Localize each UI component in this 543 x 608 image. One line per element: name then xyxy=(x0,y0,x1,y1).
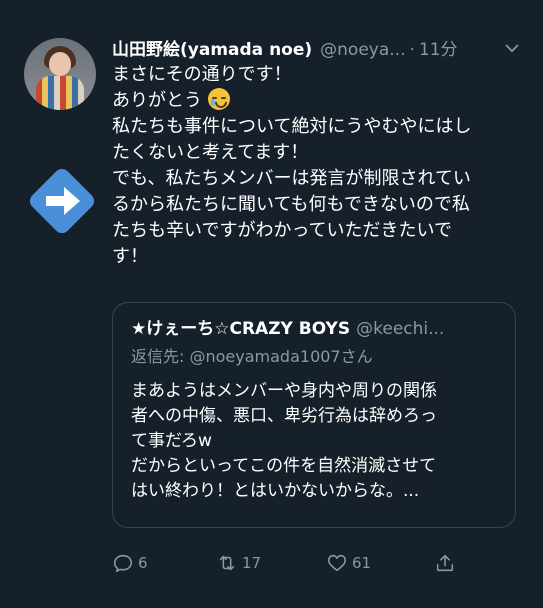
reply-prefix: 返信先: xyxy=(131,347,190,366)
like-count: 61 xyxy=(352,554,372,572)
author-name[interactable]: 山田野絵(yamada noe) xyxy=(112,40,312,60)
tweet-line: るから私たちに聞いても何もできないので私 xyxy=(112,194,470,215)
share-icon xyxy=(436,554,454,572)
reply-to-line: 返信先: @noeyamada1007さん xyxy=(131,345,373,369)
chevron-down-icon[interactable] xyxy=(504,40,520,56)
quoted-author-name: ★けぇーち☆CRAZY BOYS xyxy=(131,319,351,339)
author-handle[interactable]: @noeya... xyxy=(320,40,405,60)
tweet-line: 私たちも事件について絶対にうやむやにはし xyxy=(112,116,472,137)
reply-count: 6 xyxy=(138,554,148,572)
tweet-line: ありがとう xyxy=(112,88,532,114)
like-button[interactable]: 61 xyxy=(326,550,371,576)
tweet-timestamp[interactable]: 11分 xyxy=(419,40,458,60)
quoted-line: はい終わり！とはいかないからな。... xyxy=(131,481,420,501)
share-button[interactable] xyxy=(434,550,460,576)
reply-button[interactable]: 6 xyxy=(112,550,148,576)
heart-icon xyxy=(327,554,347,572)
reply-icon xyxy=(113,554,133,573)
retweet-count: 17 xyxy=(242,554,262,572)
tweet-text: まさにその通りです！ ありがとう 私たちも事件について絶対にうやむやにはし たく… xyxy=(112,62,532,270)
tweet-line: でも、私たちメンバーは発言が制限されてい xyxy=(112,168,471,189)
avatar-face xyxy=(49,52,71,76)
separator-dot: · xyxy=(409,40,415,60)
tweet-line: たくないと考えてます！ xyxy=(112,142,309,163)
quoted-tweet-header: ★けぇーち☆CRAZY BOYS @keechi... xyxy=(131,317,503,341)
avatar-sweater xyxy=(36,76,84,110)
tweet-header: 山田野絵(yamada noe) @noeya... · 11分 xyxy=(112,38,524,62)
action-bar: 6 17 61 xyxy=(112,550,512,576)
retweet-button[interactable]: 17 xyxy=(216,550,261,576)
quoted-line: 者への中傷、悪口、卑劣行為は辞めろっ xyxy=(131,406,437,426)
quoted-tweet[interactable]: ★けぇーち☆CRAZY BOYS @keechi... 返信先: @noeyama… xyxy=(112,302,516,528)
quoted-author-handle: @keechi... xyxy=(356,319,445,339)
quoted-line: だからといってこの件を自然消滅させて xyxy=(131,456,437,476)
reply-mention[interactable]: @noeyamada1007さん xyxy=(189,347,372,366)
tweet-line-text: ありがとう xyxy=(112,90,202,111)
crying-face-emoji xyxy=(207,88,230,110)
quoted-line: まあようはメンバーや身内や周りの関係 xyxy=(131,381,437,401)
avatar[interactable] xyxy=(24,38,96,110)
tweet-line: たちも辛いですがわかっていただきたいで xyxy=(112,220,453,241)
quoted-tweet-text: まあようはメンバーや身内や周りの関係 者への中傷、悪口、卑劣行為は辞めろっ て事… xyxy=(131,379,511,504)
quoted-line: て事だろw xyxy=(131,431,212,451)
retweet-icon xyxy=(219,555,235,571)
tweet-line: す！ xyxy=(112,246,148,267)
tweet-line: まさにその通りです！ xyxy=(112,64,292,85)
arrow-right-icon xyxy=(29,168,95,234)
